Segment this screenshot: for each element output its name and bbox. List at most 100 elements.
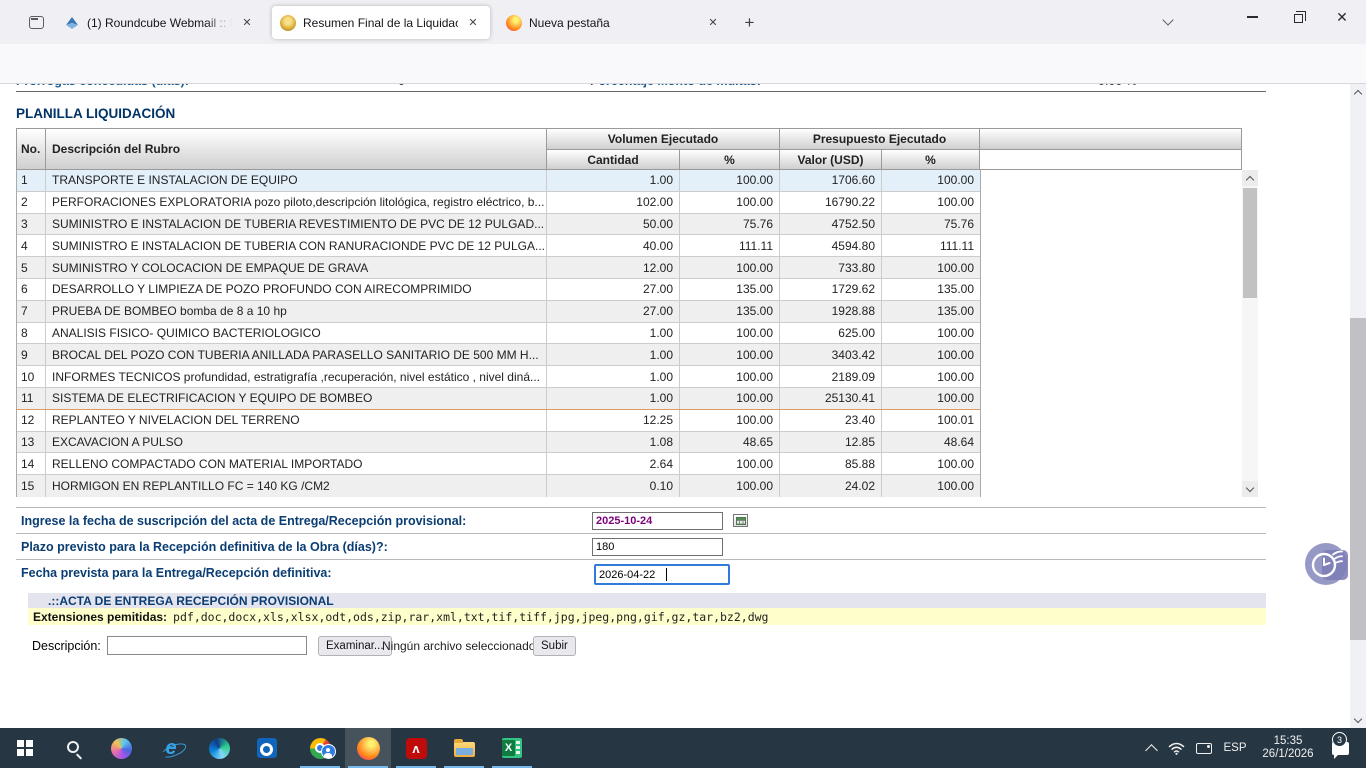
cell-valor-usd: 25130.41 (780, 388, 882, 409)
cell-descripcion: REPLANTEO Y NIVELACION DEL TERRENO (46, 410, 547, 431)
search-icon (67, 741, 79, 753)
window-minimize-button[interactable] (1230, 0, 1274, 34)
tray-notifications[interactable]: 3 (1322, 728, 1358, 768)
cell-descripcion: PERFORACIONES EXPLORATORIA pozo piloto,d… (46, 192, 547, 213)
page-scroll-down-icon[interactable] (1350, 712, 1366, 728)
tray-language-indicator[interactable]: ESP (1218, 728, 1252, 768)
list-all-tabs-icon[interactable] (1156, 11, 1180, 33)
fecha-prevista-input[interactable] (594, 564, 730, 585)
table-row: 3 SUMINISTRO E INSTALACION DE TUBERIA RE… (17, 214, 980, 236)
start-button[interactable] (2, 728, 48, 768)
tray-clock[interactable]: 15:35 26/1/2026 (1256, 728, 1320, 768)
header-volumen-ejecutado: Volumen Ejecutado (547, 129, 780, 149)
tab-title: (1) Roundcube Webmail :: Entra (87, 16, 232, 30)
planilla-table-body: 1 TRANSPORTE E INSTALACION DE EQUIPO 1.0… (16, 170, 981, 497)
cell-pct-volumen: 100.00 (680, 366, 780, 387)
taskbar-file-explorer-button[interactable] (441, 728, 487, 768)
cell-no: 7 (17, 301, 46, 322)
planilla-table-header: No. Descripción del Rubro Volumen Ejecut… (16, 128, 1242, 170)
header-no: No. (17, 129, 46, 169)
cell-pct-presupuesto: 100.00 (882, 388, 980, 409)
table-scrollbar[interactable] (1242, 170, 1258, 497)
cell-no: 10 (17, 366, 46, 387)
no-file-selected-text: Ningún archivo seleccionado. (382, 639, 539, 653)
internet-explorer-icon: e (165, 738, 176, 758)
tray-wifi[interactable] (1164, 728, 1188, 768)
cell-pct-presupuesto: 100.01 (882, 410, 980, 431)
upload-submit-button[interactable]: Subir (533, 636, 576, 656)
cell-cantidad: 27.00 (547, 301, 680, 322)
taskbar-excel-button[interactable] (489, 728, 535, 768)
cell-cantidad: 12.25 (547, 410, 680, 431)
cell-cantidad: 102.00 (547, 192, 680, 213)
descripcion-input[interactable] (107, 636, 307, 655)
table-row: 11 SISTEMA DE ELECTRIFICACION Y EQUIPO D… (17, 388, 980, 410)
table-scroll-up-icon[interactable] (1242, 170, 1258, 186)
cell-pct-volumen: 100.00 (680, 344, 780, 365)
tray-meeting-device[interactable] (1192, 728, 1216, 768)
cell-no: 13 (17, 432, 46, 453)
cell-no: 3 (17, 214, 46, 235)
cell-pct-volumen: 100.00 (680, 453, 780, 474)
tab-resumen-liquidacion[interactable]: Resumen Final de la Liquidación ✕ (272, 6, 490, 39)
taskbar-outlook-button[interactable] (244, 728, 290, 768)
firefox-view-icon[interactable] (26, 12, 46, 32)
taskbar-firefox-button[interactable] (345, 728, 391, 768)
window-close-button[interactable]: ✕ (1320, 0, 1364, 34)
page-content: Prorrogas concedidas (días): 0 Porcentaj… (0, 84, 1366, 728)
table-row: 2 PERFORACIONES EXPLORATORIA pozo piloto… (17, 192, 980, 214)
calendar-icon[interactable] (733, 514, 748, 527)
cell-pct-volumen: 135.00 (680, 279, 780, 300)
fecha-suscripcion-label: Ingrese la fecha de suscripción del acta… (21, 514, 466, 528)
taskbar-copilot-button[interactable] (98, 728, 144, 768)
page-scrollbar-thumb[interactable] (1350, 318, 1366, 640)
cast-monitor-icon (1196, 743, 1212, 754)
outlook-icon (257, 738, 277, 758)
taskbar-search-button[interactable] (48, 728, 94, 768)
tab-roundcube[interactable]: (1) Roundcube Webmail :: Entra ✕ (56, 6, 264, 39)
cell-descripcion: SISTEMA DE ELECTRIFICACION Y EQUIPO DE B… (46, 388, 547, 409)
page-scrollbar[interactable] (1350, 84, 1366, 728)
window-restore-button[interactable] (1276, 0, 1320, 34)
cell-no: 11 (17, 388, 46, 409)
taskbar-internet-explorer-button[interactable]: e (148, 728, 194, 768)
cell-valor-usd: 85.88 (780, 453, 882, 474)
acta-section-header: .::ACTA DE ENTREGA RECEPCIÓN PROVISIONAL (28, 593, 1266, 608)
table-scroll-down-icon[interactable] (1242, 481, 1258, 497)
extensions-permitted-bar: Extensiones pemitidas: pdf,doc,docx,xls,… (28, 608, 1266, 625)
tray-show-hidden-icons[interactable] (1140, 728, 1162, 768)
tab-nueva-pestana[interactable]: Nueva pestaña ✕ (498, 6, 730, 39)
fecha-suscripcion-input[interactable] (592, 512, 723, 530)
cell-pct-presupuesto: 100.00 (882, 323, 980, 344)
cell-pct-volumen: 75.76 (680, 214, 780, 235)
cell-pct-presupuesto: 100.00 (882, 453, 980, 474)
taskbar-chrome-button[interactable] (297, 728, 343, 768)
table-row: 4 SUMINISTRO E INSTALACION DE TUBERIA CO… (17, 235, 980, 257)
floating-clock-widget[interactable] (1305, 543, 1347, 585)
cell-valor-usd: 1706.60 (780, 170, 882, 191)
table-row: 1 TRANSPORTE E INSTALACION DE EQUIPO 1.0… (17, 170, 980, 192)
taskbar-edge-button[interactable] (196, 728, 242, 768)
new-tab-button[interactable]: + (737, 10, 762, 35)
plazo-input[interactable] (592, 538, 723, 556)
screen: (1) Roundcube Webmail :: Entra ✕ Resumen… (0, 0, 1366, 768)
cell-pct-presupuesto: 100.00 (882, 192, 980, 213)
tab-close-icon[interactable]: ✕ (464, 14, 482, 32)
taskbar-acrobat-button[interactable]: ʌ (393, 728, 439, 768)
cell-pct-presupuesto: 48.64 (882, 432, 980, 453)
tab-close-icon[interactable]: ✕ (238, 14, 256, 32)
cell-cantidad: 1.00 (547, 388, 680, 409)
table-scrollbar-thumb[interactable] (1243, 188, 1257, 298)
wifi-icon (1168, 742, 1185, 755)
text-caret (666, 568, 667, 581)
chrome-profile-badge (321, 744, 336, 759)
cell-descripcion: DESARROLLO Y LIMPIEZA DE POZO PROFUNDO C… (46, 279, 547, 300)
browse-file-button[interactable]: Examinar... (318, 636, 392, 656)
tab-close-icon[interactable]: ✕ (704, 14, 722, 32)
cell-cantidad: 2.64 (547, 453, 680, 474)
page-scroll-up-icon[interactable] (1350, 84, 1366, 100)
cell-cantidad: 1.00 (547, 366, 680, 387)
acrobat-icon: ʌ (406, 738, 427, 759)
windows-logo-icon (17, 740, 33, 756)
cell-valor-usd: 1729.62 (780, 279, 882, 300)
